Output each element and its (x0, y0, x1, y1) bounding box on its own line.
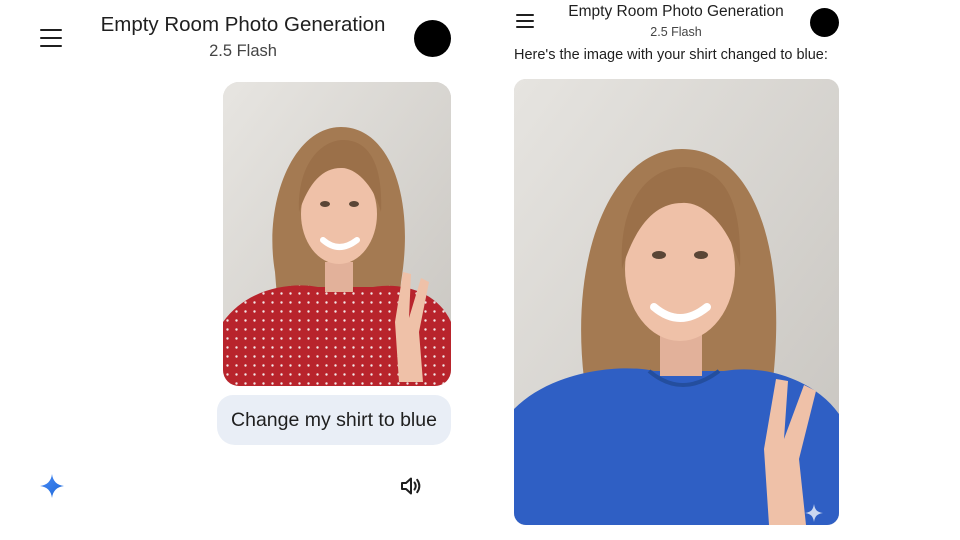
generated-photo[interactable] (514, 79, 839, 525)
conversation-title: Empty Room Photo Generation (100, 13, 386, 36)
hamburger-menu-icon[interactable] (40, 29, 64, 47)
account-avatar[interactable] (810, 8, 839, 37)
account-avatar[interactable] (414, 20, 451, 57)
model-response-text: Here's the image with your shirt changed… (514, 47, 828, 63)
right-screen: Empty Room Photo Generation 2.5 Flash He… (480, 0, 960, 540)
model-label[interactable]: 2.5 Flash (93, 42, 393, 61)
model-label[interactable]: 2.5 Flash (556, 25, 796, 39)
conversation-title: Empty Room Photo Generation (568, 3, 784, 20)
uploaded-photo[interactable] (223, 82, 451, 386)
user-prompt-bubble: Change my shirt to blue (217, 395, 451, 445)
gemini-sparkle-icon (40, 474, 64, 498)
volume-icon[interactable] (399, 474, 423, 498)
hamburger-menu-icon[interactable] (516, 14, 536, 30)
left-screen: Empty Room Photo Generation 2.5 Flash Ch… (0, 0, 480, 540)
